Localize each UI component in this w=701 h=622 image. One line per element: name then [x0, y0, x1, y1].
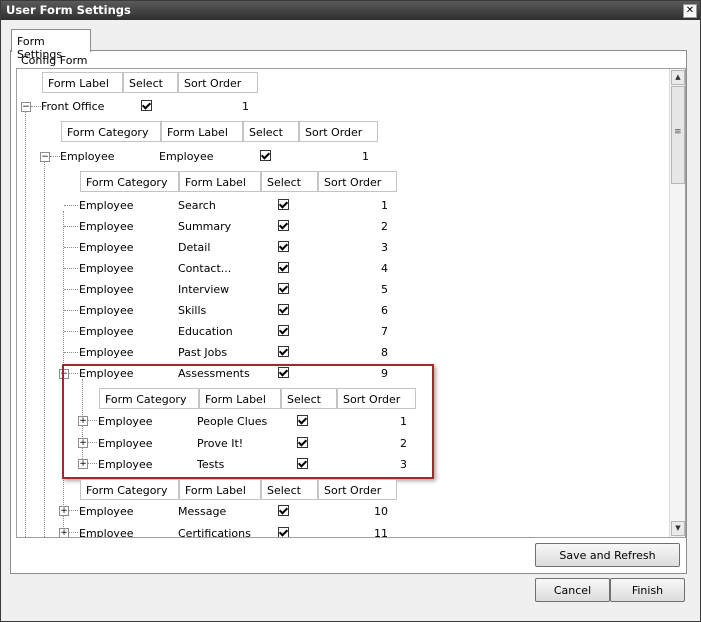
row-category: Employee	[79, 304, 134, 317]
cancel-button[interactable]: Cancel	[535, 578, 610, 602]
user-form-settings-window: User Form Settings ✕ Form Settings Confi…	[0, 0, 701, 622]
row-category: Employee	[79, 241, 134, 254]
row-sort: 11	[374, 527, 388, 538]
table-row[interactable]: + Employee Message 10	[17, 505, 417, 525]
header-sort-order[interactable]: Sort Order	[178, 72, 258, 93]
title-bar: User Form Settings ✕	[1, 1, 700, 20]
header-sort-order[interactable]: Sort Order	[299, 121, 378, 142]
header-select[interactable]: Select	[123, 72, 178, 93]
row-label: Education	[178, 325, 233, 338]
row-label: Detail	[178, 241, 211, 254]
highlight-box	[62, 364, 434, 479]
vertical-scrollbar[interactable]: ▲ ≡ ▼	[669, 69, 685, 537]
table-row[interactable]: Employee Skills 6	[17, 304, 417, 324]
row-checkbox[interactable]	[278, 241, 289, 252]
collapse-icon[interactable]: −	[21, 102, 31, 112]
row-sort: 3	[381, 241, 388, 254]
row-sort: 8	[381, 346, 388, 359]
row-sort: 1	[381, 199, 388, 212]
row-category: Employee	[79, 262, 134, 275]
row-label: Summary	[178, 220, 232, 233]
row-sort: 7	[381, 325, 388, 338]
row-category: Employee	[79, 527, 134, 538]
employee-group-label: Employee	[159, 150, 214, 163]
row-label: Certifications	[178, 527, 251, 538]
header-select[interactable]: Select	[261, 171, 318, 192]
row-checkbox[interactable]	[278, 527, 289, 537]
row-checkbox[interactable]	[278, 304, 289, 315]
row-sort: 5	[381, 283, 388, 296]
header-form-category[interactable]: Form Category	[80, 171, 179, 192]
row-checkbox[interactable]	[278, 220, 289, 231]
header-form-label[interactable]: Form Label	[179, 171, 261, 192]
front-office-sort: 1	[242, 100, 249, 113]
header-form-label[interactable]: Form Label	[179, 479, 261, 500]
front-office-label: Front Office	[41, 100, 105, 113]
row-label: Skills	[178, 304, 207, 317]
scroll-up-icon[interactable]: ▲	[671, 70, 685, 85]
header-form-label[interactable]: Form Label	[42, 72, 123, 93]
close-icon[interactable]: ✕	[683, 4, 697, 18]
row-sort: 6	[381, 304, 388, 317]
tab-label: Form Settings	[17, 35, 63, 61]
row-sort: 4	[381, 262, 388, 275]
expand-icon[interactable]: +	[59, 528, 69, 537]
row-label: Interview	[178, 283, 230, 296]
scrollbar-thumb[interactable]: ≡	[671, 86, 685, 184]
collapse-icon[interactable]: −	[40, 152, 50, 162]
finish-button[interactable]: Finish	[610, 578, 685, 602]
row-checkbox[interactable]	[278, 505, 289, 516]
header-form-label[interactable]: Form Label	[161, 121, 243, 142]
header-form-category[interactable]: Form Category	[80, 479, 179, 500]
table-row[interactable]: Employee Summary 2	[17, 220, 417, 240]
save-and-refresh-button[interactable]: Save and Refresh	[535, 543, 680, 567]
row-checkbox[interactable]	[278, 346, 289, 357]
tab-form-settings[interactable]: Form Settings	[11, 29, 91, 61]
header-sort-order[interactable]: Sort Order	[318, 479, 397, 500]
row-checkbox[interactable]	[278, 325, 289, 336]
table-row[interactable]: Employee Past Jobs 8	[17, 346, 417, 366]
row-label: Contact...	[178, 262, 232, 275]
header-sort-order[interactable]: Sort Order	[318, 171, 397, 192]
header-form-category[interactable]: Form Category	[61, 121, 161, 142]
row-category: Employee	[79, 220, 134, 233]
form-settings-panel: Config Form Form Label Select Sort Order…	[10, 50, 687, 574]
employee-group-category: Employee	[60, 150, 115, 163]
scroll-down-icon[interactable]: ▼	[671, 521, 685, 536]
employee-group-checkbox[interactable]	[260, 150, 271, 161]
row-category: Employee	[79, 505, 134, 518]
table-row[interactable]: Employee Education 7	[17, 325, 417, 345]
config-form-tree[interactable]: Form Label Select Sort Order − Front Off…	[16, 68, 686, 538]
table-row[interactable]: Employee Search 1	[17, 199, 417, 219]
row-checkbox[interactable]	[278, 283, 289, 294]
row-label: Past Jobs	[178, 346, 228, 359]
table-row[interactable]: Employee Detail 3	[17, 241, 417, 261]
front-office-checkbox[interactable]	[141, 100, 152, 111]
row-category: Employee	[79, 283, 134, 296]
row-label: Message	[178, 505, 227, 518]
header-select[interactable]: Select	[243, 121, 299, 142]
employee-group-sort: 1	[362, 150, 369, 163]
row-sort: 10	[374, 505, 388, 518]
row-category: Employee	[79, 346, 134, 359]
window-title: User Form Settings	[6, 3, 131, 17]
table-row[interactable]: Employee Interview 5	[17, 283, 417, 303]
row-category: Employee	[79, 325, 134, 338]
row-checkbox[interactable]	[278, 199, 289, 210]
table-row[interactable]: Employee Contact... 4	[17, 262, 417, 282]
row-sort: 2	[381, 220, 388, 233]
header-select[interactable]: Select	[261, 479, 318, 500]
row-checkbox[interactable]	[278, 262, 289, 273]
expand-icon[interactable]: +	[59, 506, 69, 516]
table-row[interactable]: + Employee Certifications 11	[17, 527, 417, 538]
row-label: Search	[178, 199, 216, 212]
row-category: Employee	[79, 199, 134, 212]
